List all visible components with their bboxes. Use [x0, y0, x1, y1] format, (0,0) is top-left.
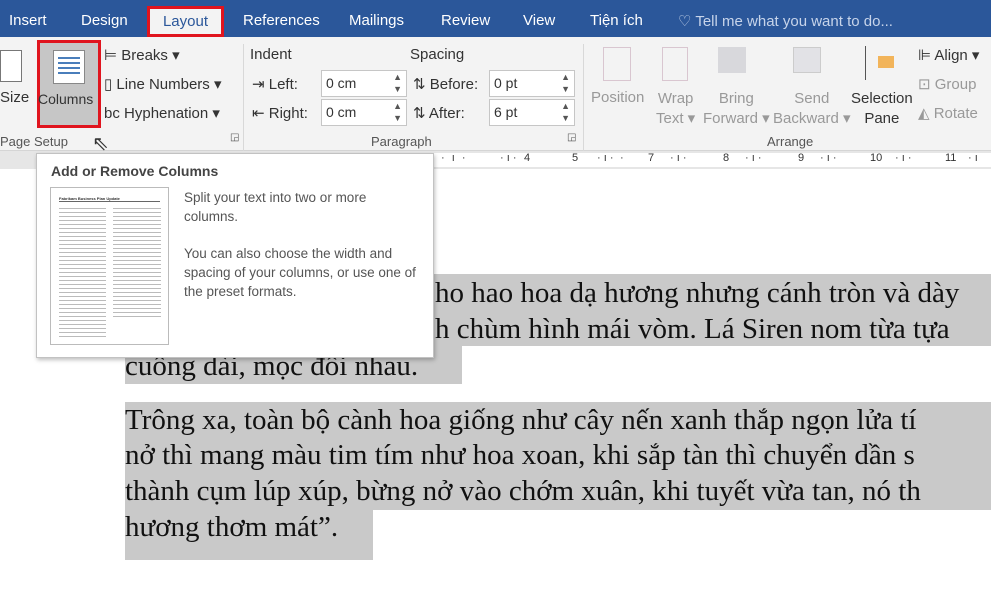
align-icon: ⊫	[918, 47, 935, 64]
spacing-after-label: ⇅ After:	[413, 105, 465, 122]
indent-right-icon: ⇤	[252, 105, 269, 122]
selection-pane-button[interactable]: Selection Pane	[851, 89, 913, 129]
spinner-arrows-icon[interactable]: ▲ ▼	[393, 100, 402, 124]
tab-insert[interactable]: Insert	[9, 12, 47, 29]
columns-icon	[53, 50, 85, 84]
columns-button[interactable]: Columns ⇖	[37, 40, 109, 155]
tab-design[interactable]: Design	[81, 12, 128, 29]
group-icon: ⊡	[918, 76, 935, 93]
rotate-button[interactable]: ◭ Rotate	[918, 104, 978, 122]
ribbon-tab-bar: Insert Design Layout References Mailings…	[0, 0, 991, 40]
tell-me-search[interactable]: ♡ Tell me what you want to do...	[678, 12, 893, 30]
paragraph-launcher-icon[interactable]: ◲	[567, 132, 576, 143]
wrap-text-icon	[662, 47, 688, 81]
spinner-arrows-icon[interactable]: ▲ ▼	[393, 71, 402, 95]
line-numbers-button[interactable]: ▯ Line Numbers ▾	[104, 75, 222, 93]
breaks-icon: ⊨	[104, 47, 122, 64]
send-backward-button[interactable]: Send Backward ▾	[773, 89, 851, 129]
spacing-before-icon: ⇅	[413, 76, 430, 93]
bring-forward-icon	[718, 47, 746, 73]
tooltip-description: You can also choose the width and spacin…	[184, 246, 416, 299]
tab-review[interactable]: Review	[441, 12, 490, 29]
bring-forward-button[interactable]: Bring Forward ▾	[703, 89, 770, 129]
group-label-paragraph: Paragraph	[371, 134, 432, 149]
tab-view[interactable]: View	[523, 12, 555, 29]
spacing-after-input[interactable]: 6 pt ▲ ▼	[489, 99, 575, 126]
spacing-before-input[interactable]: 0 pt ▲ ▼	[489, 70, 575, 97]
group-button[interactable]: ⊡ Group	[918, 75, 976, 93]
group-label-page-setup: Page Setup	[0, 134, 68, 149]
spacing-label: Spacing	[410, 46, 465, 63]
spacing-after-icon: ⇅	[413, 105, 429, 122]
tab-references[interactable]: References	[243, 12, 320, 29]
position-button[interactable]: Position	[591, 89, 644, 106]
doc-line[interactable]: h chùm hình mái vòm. Lá Siren nom từa tự…	[435, 311, 950, 347]
align-button[interactable]: ⊫ Align ▾	[918, 46, 979, 64]
rotate-icon: ◭	[918, 105, 934, 122]
indent-right-input[interactable]: 0 cm ▲ ▼	[321, 99, 407, 126]
two-column-preview-image: Fabrikam Business Plan Update	[50, 187, 169, 345]
doc-line[interactable]: hương thơm mát”.	[125, 509, 338, 545]
page-setup-launcher-icon[interactable]: ◲	[230, 132, 239, 143]
breaks-button[interactable]: ⊨ Breaks ▾	[104, 46, 180, 64]
spinner-arrows-icon[interactable]: ▲ ▼	[561, 71, 570, 95]
spinner-arrows-icon[interactable]: ▲ ▼	[561, 100, 570, 124]
indent-left-label: ⇥ Left:	[252, 76, 298, 93]
lightbulb-icon: ♡	[678, 13, 696, 30]
tooltip-description: Split your text into two or more columns…	[184, 190, 367, 224]
selection-pane-icon	[865, 46, 894, 80]
indent-label: Indent	[250, 46, 292, 63]
send-backward-icon	[793, 47, 821, 73]
indent-left-icon: ⇥	[252, 76, 269, 93]
spacing-before-label: ⇅ Before:	[413, 76, 479, 93]
hyphenation-button[interactable]: bc Hyphenation ▾	[104, 104, 220, 122]
position-icon	[603, 47, 631, 81]
indent-right-label: ⇤ Right:	[252, 105, 308, 122]
wrap-text-button[interactable]: Wrap Text ▾	[656, 89, 695, 129]
indent-left-input[interactable]: 0 cm ▲ ▼	[321, 70, 407, 97]
doc-line[interactable]: thành cụm lúp xúp, bừng nở vào chớm xuân…	[125, 473, 921, 509]
tooltip-title: Add or Remove Columns	[51, 163, 219, 179]
hyphenation-icon: bc	[104, 105, 125, 122]
columns-tooltip: Add or Remove Columns Fabrikam Business …	[36, 153, 434, 358]
line-numbers-icon: ▯	[104, 76, 117, 93]
doc-line[interactable]: nở thì mang màu tim tím như hoa xoan, kh…	[125, 437, 915, 473]
size-button[interactable]: Size	[0, 89, 29, 106]
doc-line[interactable]: ho hao hoa dạ hương nhưng cánh tròn và d…	[435, 275, 959, 311]
tab-mailings[interactable]: Mailings	[349, 12, 404, 29]
group-label-arrange: Arrange	[767, 134, 814, 149]
size-icon	[0, 50, 22, 82]
doc-line[interactable]: Trông xa, toàn bộ cành hoa giống như cây…	[125, 402, 916, 438]
tab-layout[interactable]: Layout	[147, 6, 224, 37]
tab-tien-ich[interactable]: Tiện ích	[590, 12, 643, 29]
